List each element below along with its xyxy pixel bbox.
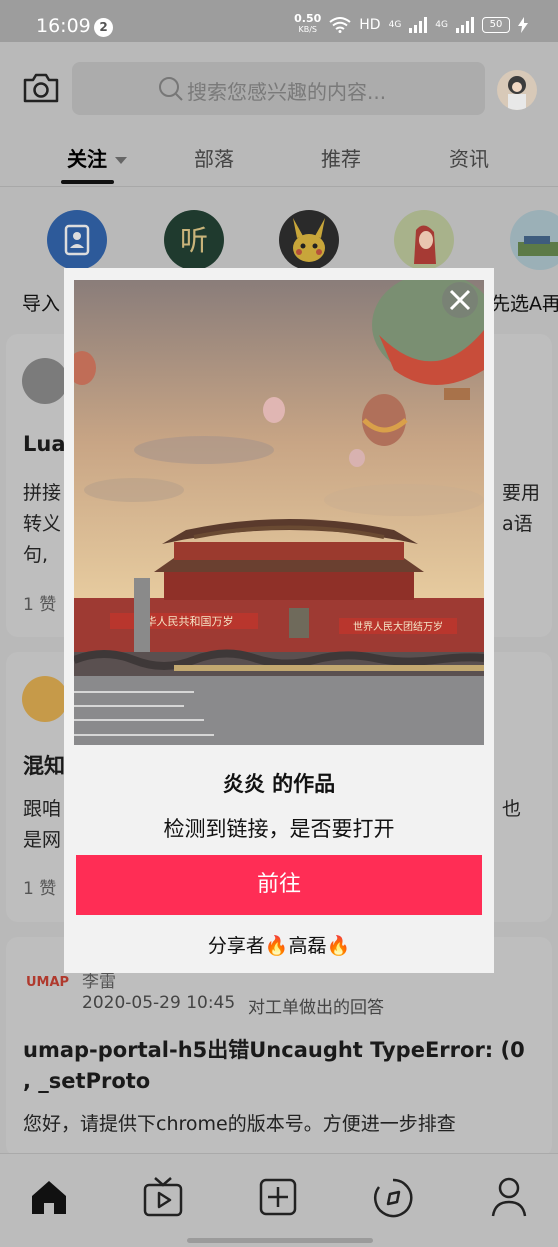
tiananmen-photo: 中华人民共和国万岁 世界人民大团结万岁 xyxy=(74,280,484,745)
like-count[interactable]: 1 赞 xyxy=(23,590,56,615)
status-bar: 16:09 2 0.50 KB/S HD 4G 4G 50 xyxy=(0,0,558,42)
banner-right: 世界人民大团结万岁 xyxy=(353,620,443,633)
card-title[interactable]: umap-portal-h5出错Uncaught TypeError: (0 ,… xyxy=(23,1035,538,1097)
contact-label: 先选A再 xyxy=(491,293,558,315)
card-text-right: 也 xyxy=(502,798,522,820)
dialog-message: 检测到链接，是否要打开 xyxy=(163,817,395,841)
dialog-title: 炎炎 的作品 xyxy=(222,772,336,796)
avatar[interactable] xyxy=(497,70,537,110)
umap-logo: UMAP xyxy=(26,975,70,990)
net-speed: 0.50 xyxy=(294,12,322,25)
post-action: 对工单做出的回答 xyxy=(248,998,384,1018)
signal-icon xyxy=(456,16,474,33)
chevron-down-icon xyxy=(115,156,127,164)
profile-icon[interactable] xyxy=(491,1176,527,1218)
tab-tribe[interactable]: 部落 xyxy=(194,143,234,172)
import-contacts-button[interactable] xyxy=(47,210,107,270)
home-icon[interactable] xyxy=(30,1178,68,1216)
tab-follow[interactable]: 关注 xyxy=(67,143,127,172)
camera-icon[interactable] xyxy=(22,72,60,104)
contact-avatar[interactable]: 听 xyxy=(164,210,224,270)
discover-compass-icon[interactable] xyxy=(373,1178,413,1218)
net-type-2: 4G xyxy=(435,19,448,30)
tab-news[interactable]: 资讯 xyxy=(449,143,489,172)
charging-icon xyxy=(518,16,528,33)
search-bar[interactable]: 搜索您感兴趣的内容... xyxy=(72,62,485,115)
card-text: 跟咱 是网 xyxy=(23,798,62,851)
close-button[interactable] xyxy=(442,282,478,318)
post-date: 2020-05-29 10:45 xyxy=(82,993,236,1013)
active-tab-indicator xyxy=(61,180,114,184)
contact-avatar[interactable] xyxy=(394,210,454,270)
bottom-nav xyxy=(0,1153,558,1247)
sharer-info: 分享者🔥高磊🔥 xyxy=(207,935,351,957)
notification-badge: 2 xyxy=(94,18,113,37)
share-link-dialog: 中华人民共和国万岁 世界人民大团结万岁 炎炎 的作品 检测到链接，是否要打开 前… xyxy=(64,268,494,973)
divider xyxy=(0,186,558,187)
contact-avatar-image xyxy=(414,225,436,264)
hd-indicator: HD xyxy=(359,16,381,33)
author-avatar[interactable] xyxy=(22,358,68,404)
card-text: 拼接 转义 句, xyxy=(23,482,62,566)
status-time: 16:09 xyxy=(36,15,91,37)
video-icon[interactable] xyxy=(143,1176,183,1218)
signal-icon xyxy=(409,16,428,33)
card-title: 混知 xyxy=(23,754,65,778)
go-button[interactable]: 前往 xyxy=(76,855,482,915)
net-type-1: 4G xyxy=(388,19,402,30)
status-indicators: 0.50 KB/S HD 4G 4G 50 xyxy=(294,12,528,35)
tab-recommend[interactable]: 推荐 xyxy=(321,143,361,172)
contact-avatar-image: 听 xyxy=(180,224,208,257)
create-post-icon[interactable] xyxy=(259,1178,297,1216)
contact-avatar[interactable] xyxy=(279,210,339,270)
address-book-icon xyxy=(64,224,90,256)
author-avatar[interactable] xyxy=(22,676,68,722)
card-text: 您好，请提供下chrome的版本号。方便进一步排查 xyxy=(23,1113,456,1135)
pikachu-avatar-icon xyxy=(293,218,325,262)
close-icon xyxy=(449,289,471,311)
battery-icon: 50 xyxy=(482,16,510,33)
search-placeholder: 搜索您感兴趣的内容... xyxy=(187,80,387,104)
avatar-image xyxy=(508,76,526,110)
home-indicator[interactable] xyxy=(187,1238,373,1243)
card-title: Lua xyxy=(23,432,66,456)
net-speed-unit: KB/S xyxy=(298,25,317,34)
contact-avatar-image xyxy=(518,236,558,256)
wifi-icon xyxy=(329,16,351,33)
search-icon xyxy=(159,77,183,101)
tab-follow-label: 关注 xyxy=(67,147,107,171)
like-count[interactable]: 1 赞 xyxy=(23,874,56,899)
shared-work-image[interactable]: 中华人民共和国万岁 世界人民大团结万岁 xyxy=(74,280,484,745)
contact-avatar[interactable] xyxy=(510,210,558,270)
svg-text:听: 听 xyxy=(180,224,208,257)
card-text-right: 要用 a语 xyxy=(502,482,541,535)
import-label: 导入 xyxy=(22,293,61,315)
